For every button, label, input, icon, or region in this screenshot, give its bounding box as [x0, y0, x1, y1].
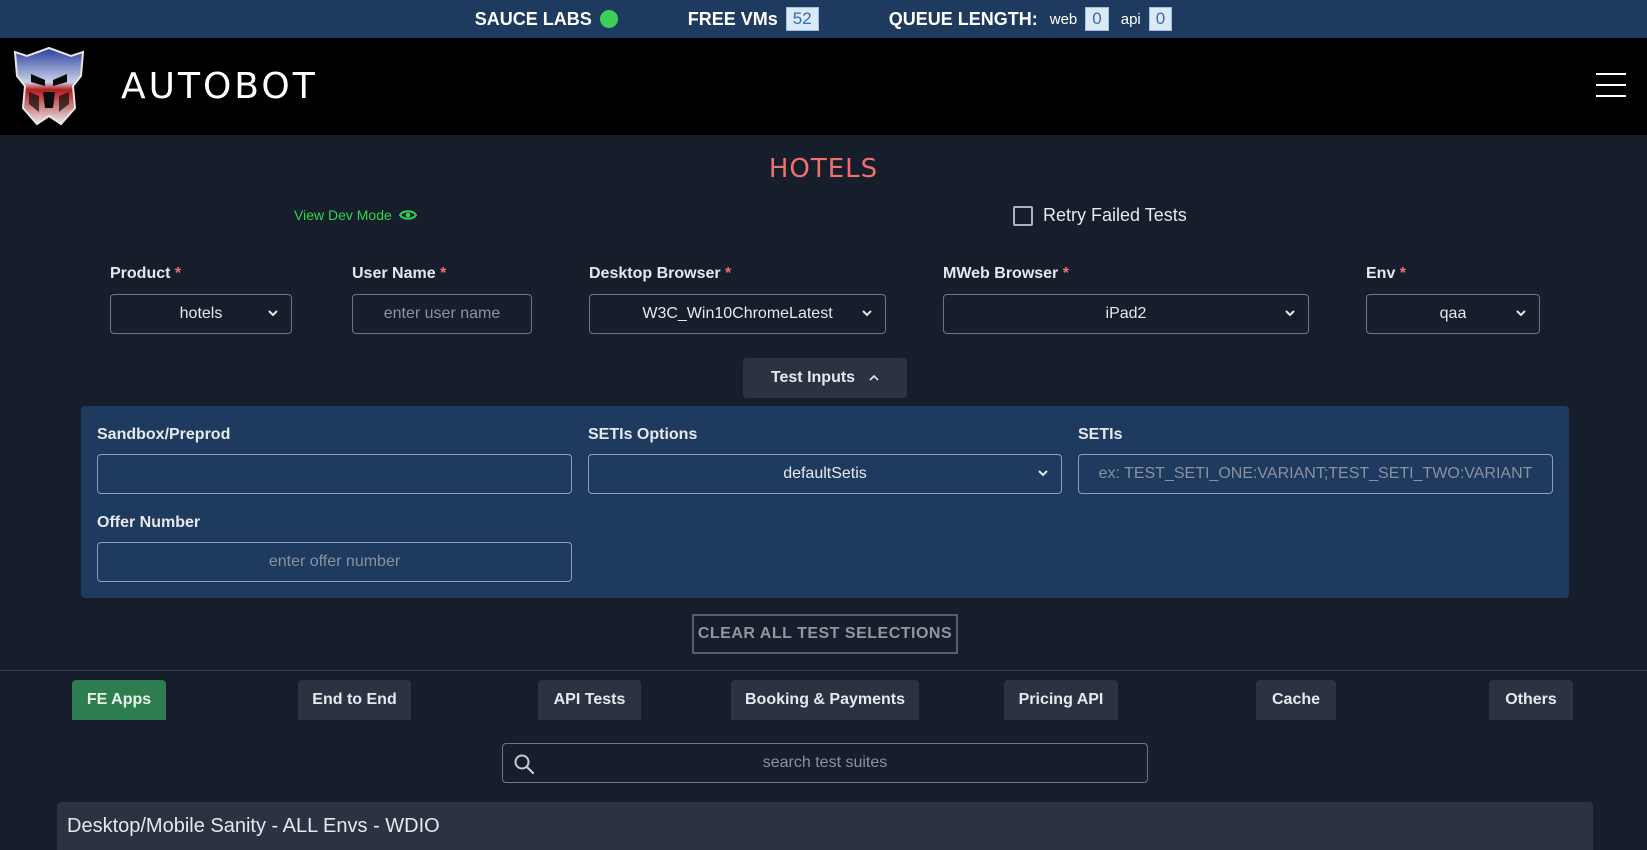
free-vms-label: FREE VMs [687, 8, 778, 29]
product-select-value: hotels [179, 305, 223, 322]
mweb-browser-label: MWeb Browser * [943, 265, 1069, 283]
free-vms-status: FREE VMs 52 [688, 7, 819, 31]
test-inputs-toggle-button[interactable]: Test Inputs [743, 358, 907, 398]
offer-number-label: Offer Number [97, 514, 201, 531]
queue-web-count: 0 [1085, 7, 1109, 31]
offer-number-input[interactable]: enter offer number [97, 542, 572, 582]
required-mark: * [174, 265, 182, 282]
setis-options-label: SETIs Options [588, 426, 698, 443]
tab-end-to-end[interactable]: End to End [298, 680, 411, 720]
chevron-down-icon [1285, 310, 1295, 317]
sauce-labs-label: SAUCE LABS [474, 8, 592, 29]
offer-number-placeholder: enter offer number [268, 553, 401, 570]
free-vms-count: 52 [785, 7, 819, 31]
mweb-browser-value: iPad2 [1105, 305, 1147, 322]
queue-web-label: web [1049, 10, 1078, 28]
setis-options-value: defaultSetis [783, 465, 867, 482]
chevron-down-icon [862, 310, 872, 317]
setis-placeholder: ex: TEST_SETI_ONE:VARIANT;TEST_SETI_TWO:… [1098, 465, 1533, 482]
mweb-browser-label-text: MWeb Browser [943, 265, 1059, 282]
username-placeholder: enter user name [383, 305, 501, 322]
tab-pricing-api[interactable]: Pricing API [1004, 680, 1118, 720]
desktop-browser-label: Desktop Browser * [589, 265, 731, 283]
status-bar: SAUCE LABS FREE VMs 52 QUEUE LENGTH: web… [0, 0, 1647, 38]
search-test-suites-input[interactable]: search test suites [502, 743, 1148, 783]
setis-options-select[interactable]: defaultSetis [588, 454, 1062, 494]
queue-length-status: QUEUE LENGTH: web 0 api 0 [889, 7, 1173, 31]
sandbox-label: Sandbox/Preprod [97, 426, 231, 443]
retry-failed-tests-checkbox[interactable] [1013, 205, 1033, 226]
eye-icon [398, 210, 417, 220]
chevron-down-icon [1038, 470, 1048, 477]
page-title: HOTELS [768, 154, 879, 184]
section-divider [0, 670, 1647, 671]
search-icon [514, 754, 535, 775]
required-mark: * [725, 265, 732, 282]
test-inputs-panel: Sandbox/Preprod SETIs Options defaultSet… [81, 406, 1569, 598]
sandbox-input[interactable] [97, 454, 572, 494]
product-label-text: Product [110, 265, 171, 282]
env-select-value: qaa [1439, 305, 1467, 322]
chevron-up-icon [869, 374, 879, 381]
chevron-down-icon [268, 310, 278, 317]
queue-length-label: QUEUE LENGTH: [888, 8, 1038, 29]
username-input[interactable]: enter user name [352, 294, 532, 334]
setis-label: SETIs [1078, 426, 1123, 443]
product-label: Product * [110, 265, 181, 283]
tab-api-tests[interactable]: API Tests [538, 680, 641, 720]
tab-cache[interactable]: Cache [1256, 680, 1336, 720]
product-select[interactable]: hotels [110, 294, 292, 334]
retry-failed-tests-label: Retry Failed Tests [1043, 205, 1187, 225]
username-label: User Name * [352, 265, 446, 283]
queue-api-count: 0 [1148, 7, 1173, 31]
hamburger-menu-icon[interactable] [1596, 73, 1626, 97]
tab-fe-apps[interactable]: FE Apps [72, 680, 166, 720]
tab-booking-payments[interactable]: Booking & Payments [731, 680, 919, 720]
required-mark: * [1399, 265, 1407, 282]
autobot-logo-icon[interactable] [11, 46, 87, 126]
test-suite-item[interactable]: Desktop/Mobile Sanity - ALL Envs - WDIO [57, 802, 1593, 850]
view-dev-mode-link[interactable]: View Dev Mode [294, 207, 417, 223]
sauce-labs-status: SAUCE LABS [475, 9, 618, 30]
required-mark: * [440, 265, 447, 282]
view-dev-mode-label: View Dev Mode [294, 207, 392, 223]
required-mark: * [1062, 265, 1069, 282]
brand-title: AUTOBOT [121, 66, 318, 107]
chevron-down-icon [1516, 310, 1526, 317]
mweb-browser-select[interactable]: iPad2 [943, 294, 1309, 334]
desktop-browser-value: W3C_Win10ChromeLatest [642, 305, 833, 322]
desktop-browser-label-text: Desktop Browser [589, 265, 721, 282]
env-label: Env * [1366, 265, 1406, 283]
retry-failed-tests-toggle[interactable]: Retry Failed Tests [1013, 205, 1187, 226]
tab-others[interactable]: Others [1489, 680, 1573, 720]
env-select[interactable]: qaa [1366, 294, 1540, 334]
test-suite-title: Desktop/Mobile Sanity - ALL Envs - WDIO [67, 814, 440, 837]
clear-all-test-selections-button[interactable]: CLEAR ALL TEST SELECTIONS [692, 614, 958, 654]
username-label-text: User Name [352, 265, 436, 282]
env-label-text: Env [1366, 265, 1396, 282]
search-placeholder: search test suites [762, 754, 888, 771]
desktop-browser-select[interactable]: W3C_Win10ChromeLatest [589, 294, 886, 334]
setis-input[interactable]: ex: TEST_SETI_ONE:VARIANT;TEST_SETI_TWO:… [1078, 454, 1553, 494]
app-header: AUTOBOT [0, 38, 1647, 135]
sauce-status-indicator [599, 10, 618, 28]
test-inputs-toggle-label: Test Inputs [770, 369, 856, 386]
queue-api-label: api [1120, 10, 1141, 28]
